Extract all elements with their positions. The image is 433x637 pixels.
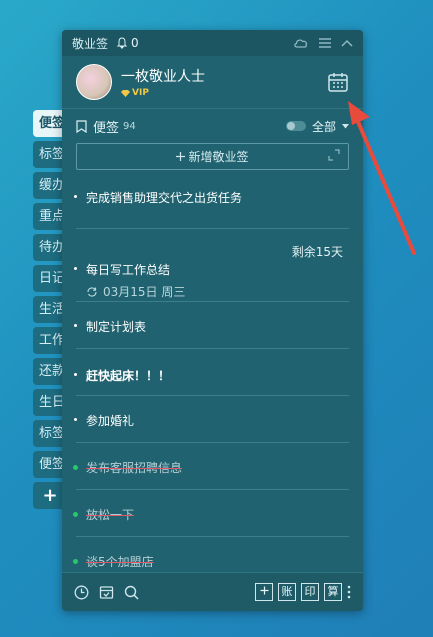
- title-bar: 敬业签 0: [62, 30, 363, 56]
- note-list: 完成销售助理交代之出货任务 剩余15天 每日写工作总结 03月15日 周三 制定…: [62, 176, 363, 583]
- archive-icon[interactable]: [99, 585, 114, 600]
- notes-header: 便签 94 全部: [62, 109, 363, 143]
- annotation-arrow: [348, 101, 416, 255]
- done-dot: [73, 512, 78, 517]
- done-dot: [73, 465, 78, 470]
- bottom-toolbar: 账 印 算: [62, 572, 363, 611]
- list-item-done[interactable]: 放松一下: [73, 490, 349, 537]
- list-item[interactable]: 制定计划表: [74, 302, 349, 349]
- note-text: 完成销售助理交代之出货任务: [86, 191, 243, 205]
- print-button[interactable]: 印: [301, 583, 319, 601]
- menu-icon[interactable]: [319, 38, 331, 48]
- add-note-label: 新增敬业签: [188, 150, 249, 164]
- plus-icon: [260, 586, 268, 595]
- bullet: [74, 324, 77, 327]
- vip-label: VIP: [132, 88, 149, 98]
- user-profile: 一枚敬业人士 VIP: [62, 56, 363, 109]
- add-note-button[interactable]: 新增敬业签: [76, 143, 349, 170]
- notification-button[interactable]: 0: [116, 36, 139, 50]
- bullet: [74, 195, 77, 198]
- ledger-button[interactable]: 账: [278, 583, 296, 601]
- list-item-done[interactable]: 发布客服招聘信息: [73, 443, 349, 490]
- note-text: 赶快起床！！！: [86, 369, 171, 383]
- add-button[interactable]: [255, 583, 273, 601]
- notes-count: 94: [123, 120, 136, 132]
- note-text: 制定计划表: [86, 320, 147, 334]
- bell-icon: [116, 37, 128, 49]
- expand-icon[interactable]: [328, 149, 340, 161]
- list-item[interactable]: 剩余15天 每日写工作总结 03月15日 周三: [74, 229, 349, 302]
- notes-title: 便签: [93, 120, 120, 136]
- vip-badge: VIP: [121, 88, 205, 98]
- search-icon[interactable]: [124, 585, 139, 600]
- list-item[interactable]: 完成销售助理交代之出货任务: [74, 176, 349, 229]
- filter-select[interactable]: 全部: [312, 118, 336, 135]
- diamond-icon: [121, 89, 130, 97]
- repeat-date: 03月15日 周三: [76, 283, 349, 300]
- bullet: [74, 418, 77, 421]
- bookmark-icon: [76, 119, 87, 133]
- bullet: [74, 267, 77, 270]
- notification-count: 0: [131, 36, 139, 50]
- bullet: [74, 373, 77, 376]
- calendar-icon[interactable]: [327, 71, 349, 93]
- calculator-button[interactable]: 算: [324, 583, 342, 601]
- note-text: 参加婚礼: [86, 414, 135, 428]
- cloud-sync-icon[interactable]: [293, 37, 309, 49]
- list-item[interactable]: 参加婚礼: [74, 396, 349, 443]
- list-item[interactable]: 赶快起床！！！: [74, 349, 349, 396]
- note-text: 发布客服招聘信息: [86, 461, 183, 475]
- show-done-toggle[interactable]: [285, 121, 306, 131]
- done-dot: [73, 559, 78, 564]
- user-name: 一枚敬业人士: [121, 69, 205, 85]
- note-text: 放松一下: [86, 508, 135, 522]
- more-icon[interactable]: [347, 585, 351, 599]
- plus-icon: [176, 152, 186, 161]
- main-panel: 敬业签 0 一枚敬业人士 VIP 便签 94 全部 新增敬业签 完成销售助理交代…: [62, 30, 363, 611]
- clock-icon[interactable]: [74, 585, 89, 600]
- note-date: 03月15日 周三: [103, 285, 186, 299]
- repeat-icon: [87, 286, 97, 297]
- note-text: 谈5个加盟店: [86, 555, 154, 569]
- collapse-icon[interactable]: [341, 39, 353, 47]
- app-title: 敬业签: [72, 36, 109, 51]
- remaining-days: 剩余15天: [291, 245, 343, 259]
- avatar[interactable]: [76, 64, 112, 100]
